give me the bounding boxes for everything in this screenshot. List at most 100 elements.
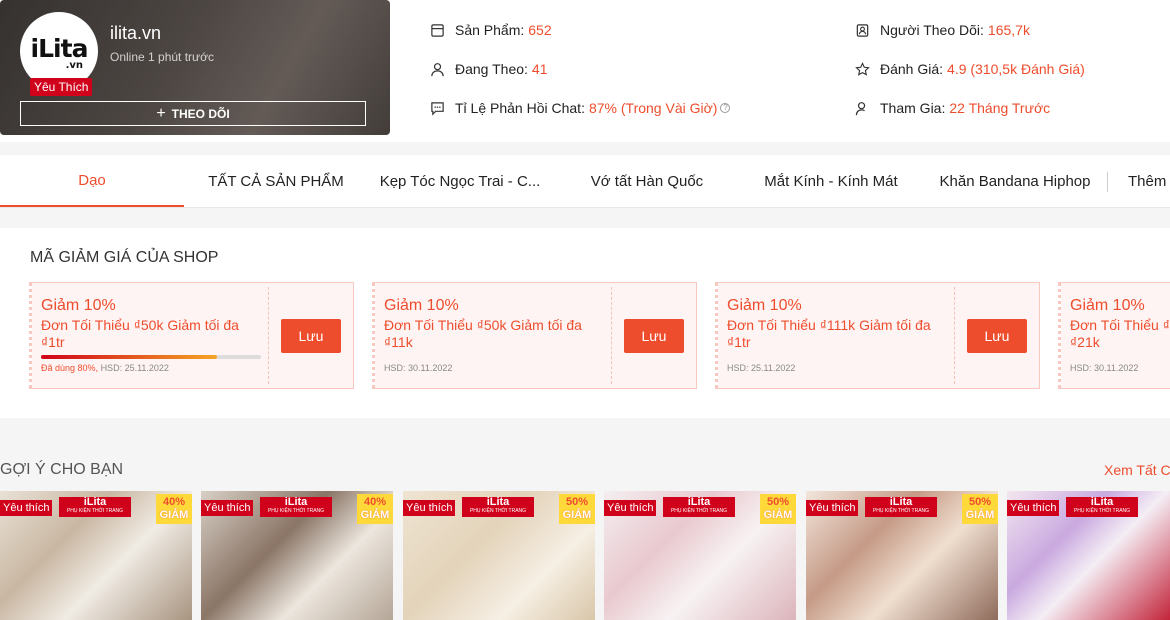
followers-icon — [856, 23, 869, 37]
favorite-tag: Yêu thích — [0, 500, 53, 516]
tab-pearl-hair-clips[interactable]: Kẹp Tóc Ngọc Trai - C... — [368, 155, 552, 207]
brand-subtitle: PHỤ KIỆN THỜI TRANG — [267, 508, 325, 514]
voucher-card: Giảm 10% Đơn Tối Thiểu ₫50k Giảm tối đa … — [1058, 282, 1170, 389]
discount-percent: 50% — [565, 496, 589, 508]
follow-button-label: THEO DÕI — [171, 106, 230, 121]
stat-following-label: Đang Theo: — [455, 61, 528, 77]
see-all-link[interactable]: Xem Tất Cả — [1104, 462, 1170, 478]
follow-button[interactable]: + THEO DÕI — [20, 101, 366, 126]
stat-joined-label: Tham Gia: — [880, 100, 946, 116]
discount-label: GIẢM — [360, 509, 390, 521]
favorite-badge: Yêu Thích — [30, 78, 93, 96]
tab-korean-socks[interactable]: Vớ tất Hàn Quốc — [555, 155, 739, 207]
product-card[interactable]: Yêu thích iLita PHỤ KIỆN THỜI TRANG 40% GIẢM — [0, 491, 192, 620]
store-icon — [431, 23, 444, 37]
tab-all-products[interactable]: TẤT CẢ SẢN PHẨM — [184, 155, 368, 207]
stat-products: Sản Phẩm: 652 — [430, 22, 552, 38]
discount-label: GIẢM — [562, 509, 592, 521]
shop-online-status: Online 1 phút trước — [110, 50, 214, 64]
brand-subtitle: PHỤ KIỆN THỜI TRANG — [1073, 508, 1131, 514]
tab-more[interactable]: Thêm — [1128, 155, 1170, 207]
voucher-separator — [954, 287, 955, 384]
discount-badge: 50% GIẢM — [962, 494, 998, 524]
brand-label: iLita PHỤ KIỆN THỜI TRANG — [663, 497, 735, 517]
favorite-tag: Yêu thích — [806, 500, 859, 516]
tab-sunglasses[interactable]: Mắt Kính - Kính Mát — [739, 155, 923, 207]
voucher-save-button[interactable]: Lưu — [967, 319, 1027, 353]
stat-followers-value: 165,7k — [987, 22, 1030, 38]
discount-badge: 50% GIẢM — [559, 494, 595, 524]
voucher-save-button[interactable]: Lưu — [624, 319, 684, 353]
stat-products-value: 652 — [528, 22, 552, 38]
discount-percent: 50% — [968, 496, 992, 508]
voucher-section-title: MÃ GIẢM GIÁ CỦA SHOP — [30, 249, 219, 266]
person-icon — [431, 62, 444, 76]
stat-rating: Đánh Giá: 4.9 (310,5k Đánh Giá) — [855, 61, 1085, 77]
voucher-save-button[interactable]: Lưu — [281, 319, 341, 353]
brand-subtitle: PHỤ KIỆN THỜI TRANG — [66, 508, 124, 514]
voucher-footer: Đã dùng 80%, HSD: 25.11.2022 — [41, 363, 169, 373]
product-card[interactable]: Yêu thích iLita PHỤ KIỆN THỜI TRANG 50% GIẢM — [806, 491, 998, 620]
discount-label: GIẢM — [965, 509, 995, 521]
tab-browse[interactable]: Dạo — [0, 155, 184, 207]
voucher-expiry: HSD: 30.11.2022 — [384, 363, 453, 373]
voucher-footer: HSD: 30.11.2022 — [1070, 363, 1138, 373]
voucher-title: Giảm 10% — [1070, 297, 1145, 314]
favorite-tag: Yêu thích — [1007, 500, 1060, 516]
product-card[interactable]: Yêu thích iLita PHỤ KIỆN THỜI TRANG 50% GIẢM — [604, 491, 796, 620]
brand-label: iLita PHỤ KIỆN THỜI TRANG — [865, 497, 937, 517]
stat-following-value: 41 — [531, 61, 548, 77]
voucher-usage-bar — [41, 355, 261, 359]
voucher-separator — [611, 287, 612, 384]
product-card[interactable]: Yêu thích iLita PHỤ KIỆN THỜI TRANG 40% GIẢM — [201, 491, 393, 620]
shop-card: iLita .vn Yêu Thích ilita.vn Online 1 ph… — [0, 0, 390, 135]
voucher-desc: Đơn Tối Thiểu ₫50k Giảm tối đa ₫1tr — [41, 317, 239, 350]
stat-rating-value: 4.9 (310,5k Đánh Giá) — [947, 61, 1085, 77]
voucher-section: MÃ GIẢM GIÁ CỦA SHOP Giảm 10% Đơn Tối Th… — [0, 228, 1170, 418]
discount-badge: 40% GIẢM — [156, 494, 192, 524]
discount-label: GIẢM — [763, 509, 793, 521]
star-icon — [855, 61, 870, 76]
brand-name: iLita — [83, 496, 107, 508]
discount-percent: 40% — [363, 496, 387, 508]
voucher-card: Giảm 10% Đơn Tối Thiểu ₫50k Giảm tối đa … — [29, 282, 354, 389]
chat-icon — [431, 101, 444, 116]
stat-products-label: Sản Phẩm: — [455, 22, 525, 38]
voucher-expiry: HSD: 25.11.2022 — [727, 363, 796, 373]
discount-badge: 50% GIẢM — [760, 494, 796, 524]
stat-following: Đang Theo: 41 — [430, 61, 547, 77]
suggestions-title: GỢI Ý CHO BẠN — [0, 461, 124, 478]
stat-chat-label: Tỉ Lệ Phản Hồi Chat: — [455, 100, 585, 116]
voucher-desc: Đơn Tối Thiểu ₫50k Giảm tối đa ₫11k — [384, 317, 582, 350]
brand-label: iLita PHỤ KIỆN THỜI TRANG — [1066, 497, 1138, 517]
tab-bandana[interactable]: Khăn Bandana Hiphop — [923, 155, 1107, 207]
voucher-title: Giảm 10% — [727, 297, 802, 314]
voucher-expiry: HSD: 25.11.2022 — [100, 363, 169, 373]
brand-name: iLita — [889, 496, 913, 508]
product-card[interactable]: Yêu thích iLita PHỤ KIỆN THỜI TRANG 50% GIẢM — [403, 491, 595, 620]
plus-icon: + — [156, 104, 166, 122]
stat-rating-label: Đánh Giá: — [880, 61, 944, 77]
voucher-desc: Đơn Tối Thiểu ₫50k Giảm tối đa ₫21k — [1070, 317, 1170, 350]
favorite-tag: Yêu thích — [604, 500, 657, 516]
brand-label: iLita PHỤ KIỆN THỜI TRANG — [260, 497, 332, 517]
voucher-expiry: HSD: 30.11.2022 — [1070, 363, 1139, 373]
brand-label: iLita PHỤ KIỆN THỜI TRANG — [59, 497, 131, 517]
discount-label: GIẢM — [159, 509, 189, 521]
stat-joined: Tham Gia: 22 Tháng Trước — [855, 100, 1050, 116]
favorite-tag: Yêu thích — [403, 500, 456, 516]
stat-joined-value: 22 Tháng Trước — [949, 100, 1051, 116]
favorite-tag: Yêu thích — [201, 500, 254, 516]
tab-divider — [1107, 172, 1108, 192]
voucher-title: Giảm 10% — [384, 297, 459, 314]
help-icon[interactable]: ? — [720, 103, 731, 113]
brand-name: iLita — [687, 496, 711, 508]
voucher-used: Đã dùng 80%, — [41, 363, 99, 373]
product-card[interactable]: Yêu thích iLita PHỤ KIỆN THỜI TRANG — [1007, 491, 1170, 620]
brand-name: iLita — [284, 496, 308, 508]
voucher-footer: HSD: 25.11.2022 — [727, 363, 795, 373]
avatar-logo-text: iLita — [30, 34, 89, 63]
discount-percent: 50% — [766, 496, 790, 508]
discount-badge: 40% GIẢM — [357, 494, 393, 524]
shop-header: iLita .vn Yêu Thích ilita.vn Online 1 ph… — [0, 0, 1170, 142]
